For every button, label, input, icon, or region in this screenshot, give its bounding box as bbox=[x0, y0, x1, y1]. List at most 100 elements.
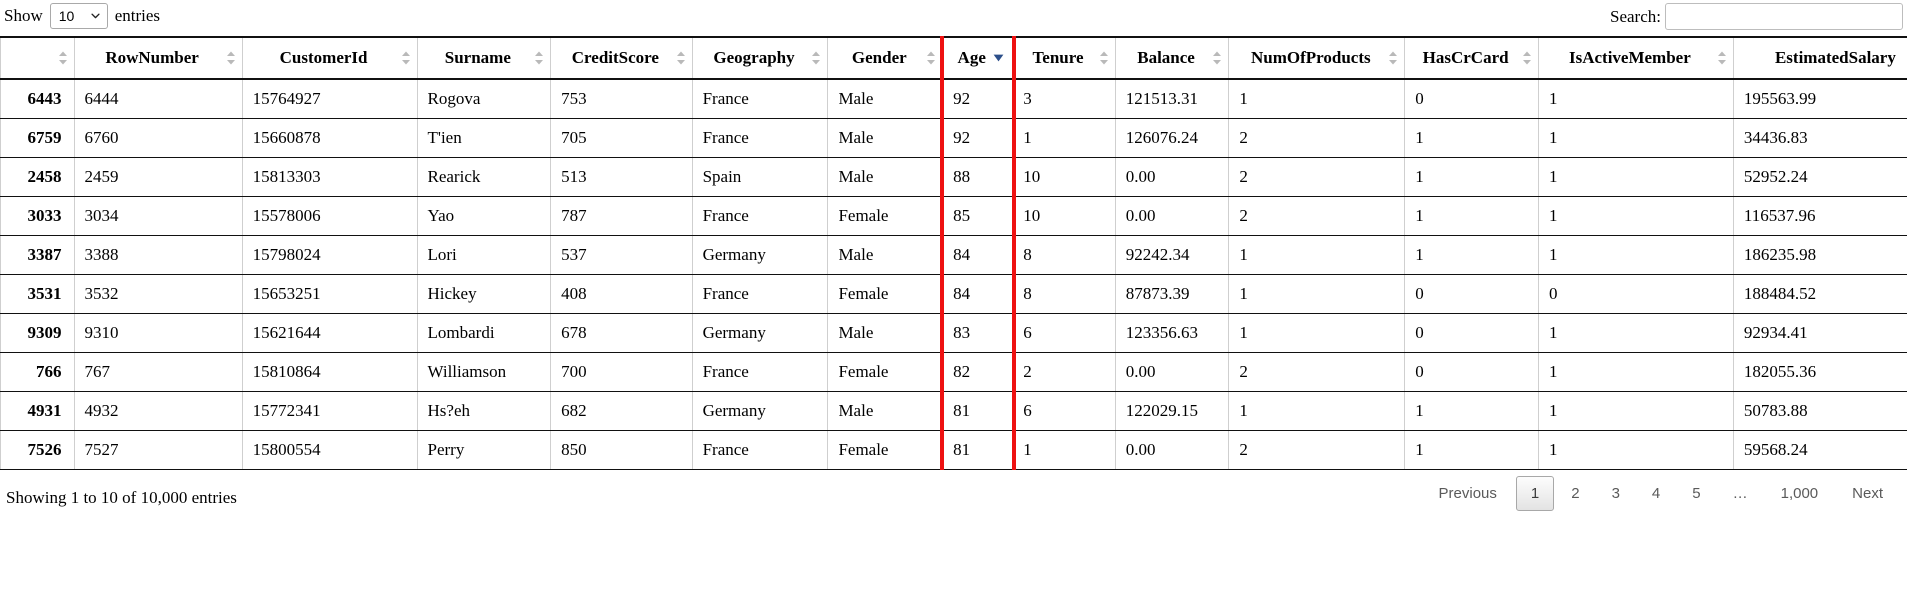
search-input[interactable] bbox=[1665, 3, 1903, 30]
cell-numofproducts: 2 bbox=[1228, 157, 1406, 197]
column-header-tenure[interactable]: Tenure bbox=[1012, 36, 1116, 80]
pagination-page-1000[interactable]: 1,000 bbox=[1766, 476, 1834, 511]
cell-rownumber: 9310 bbox=[73, 313, 243, 353]
sort-toggle-icon bbox=[535, 51, 544, 65]
cell-creditscore: 705 bbox=[550, 118, 693, 158]
cell-index: 6759 bbox=[0, 118, 75, 158]
pagination-previous-button[interactable]: Previous bbox=[1422, 476, 1514, 511]
cell-hascrcard: 0 bbox=[1404, 352, 1539, 392]
column-header-label: CustomerId bbox=[279, 48, 368, 67]
column-header-customerid[interactable]: CustomerId bbox=[241, 36, 418, 80]
cell-index: 4931 bbox=[0, 391, 75, 431]
page-length-select[interactable]: 102550100 bbox=[49, 3, 108, 29]
cell-age: 85 bbox=[942, 196, 1014, 236]
cell-geography: Germany bbox=[691, 391, 829, 431]
cell-surname: Yao bbox=[416, 196, 552, 236]
cell-age: 88 bbox=[942, 157, 1014, 197]
cell-age: 92 bbox=[942, 118, 1014, 158]
cell-customerid: 15810864 bbox=[241, 352, 418, 392]
cell-estimatedsalary: 92934.41 bbox=[1732, 313, 1907, 353]
pagination-page-4[interactable]: 4 bbox=[1637, 476, 1675, 511]
column-header-index[interactable] bbox=[0, 36, 75, 80]
cell-hascrcard: 0 bbox=[1404, 79, 1539, 119]
cell-index: 3531 bbox=[0, 274, 75, 314]
cell-hascrcard: 1 bbox=[1404, 118, 1539, 158]
cell-rownumber: 3034 bbox=[73, 196, 243, 236]
cell-balance: 0.00 bbox=[1114, 352, 1230, 392]
sort-toggle-icon bbox=[401, 51, 410, 65]
cell-customerid: 15800554 bbox=[241, 430, 418, 470]
cell-balance: 92242.34 bbox=[1114, 235, 1230, 275]
column-header-label: Balance bbox=[1137, 48, 1195, 67]
column-header-label: Geography bbox=[713, 48, 795, 67]
cell-creditscore: 850 bbox=[550, 430, 693, 470]
table-footer-bar: Showing 1 to 10 of 10,000 entries Previo… bbox=[0, 470, 1907, 540]
pagination-next-button[interactable]: Next bbox=[1835, 476, 1900, 511]
column-header-label: HasCrCard bbox=[1422, 48, 1509, 67]
column-header-label: EstimatedSalary bbox=[1774, 48, 1896, 67]
cell-gender: Male bbox=[827, 235, 944, 275]
cell-surname: T'ien bbox=[416, 118, 552, 158]
cell-geography: Germany bbox=[691, 313, 829, 353]
cell-surname: Rogova bbox=[416, 79, 552, 119]
column-header-age[interactable]: Age bbox=[942, 36, 1014, 80]
cell-gender: Male bbox=[827, 391, 944, 431]
cell-gender: Female bbox=[827, 274, 944, 314]
cell-rownumber: 3388 bbox=[73, 235, 243, 275]
cell-customerid: 15578006 bbox=[241, 196, 418, 236]
cell-surname: Lombardi bbox=[416, 313, 552, 353]
sort-toggle-icon bbox=[676, 51, 685, 65]
cell-age: 81 bbox=[942, 391, 1014, 431]
table-search-control: Search: bbox=[1610, 3, 1903, 30]
sort-toggle-icon bbox=[1213, 51, 1222, 65]
cell-hascrcard: 1 bbox=[1404, 157, 1539, 197]
cell-creditscore: 513 bbox=[550, 157, 693, 197]
table-row: 6443 6444 15764927 Rogova 753 France Male 92 3 12… bbox=[0, 79, 1907, 119]
table-head: RowNumber CustomerId Surname CreditScore Geo… bbox=[0, 36, 1907, 80]
cell-surname: Williamson bbox=[416, 352, 552, 392]
pagination-page-2[interactable]: 2 bbox=[1556, 476, 1594, 511]
column-header-isactivemember[interactable]: IsActiveMember bbox=[1537, 36, 1734, 80]
cell-customerid: 15813303 bbox=[241, 157, 418, 197]
column-header-geography[interactable]: Geography bbox=[691, 36, 829, 80]
column-header-estimatedsalary[interactable]: EstimatedSalary bbox=[1732, 36, 1907, 80]
column-header-balance[interactable]: Balance bbox=[1114, 36, 1230, 80]
cell-numofproducts: 2 bbox=[1228, 196, 1406, 236]
cell-rownumber: 3532 bbox=[73, 274, 243, 314]
table-row: 766 767 15810864 Williamson 700 France Female 8… bbox=[0, 352, 1907, 392]
column-header-rownumber[interactable]: RowNumber bbox=[73, 36, 243, 80]
cell-tenure: 6 bbox=[1012, 313, 1116, 353]
cell-numofproducts: 1 bbox=[1228, 235, 1406, 275]
cell-rownumber: 767 bbox=[73, 352, 243, 392]
pagination-page-1[interactable]: 1 bbox=[1515, 476, 1555, 511]
cell-age: 84 bbox=[942, 235, 1014, 275]
pagination-page-5[interactable]: 5 bbox=[1677, 476, 1715, 511]
sort-toggle-icon bbox=[812, 51, 821, 65]
cell-numofproducts: 2 bbox=[1228, 352, 1406, 392]
cell-surname: Perry bbox=[416, 430, 552, 470]
column-header-hascrcard[interactable]: HasCrCard bbox=[1404, 36, 1539, 80]
cell-geography: France bbox=[691, 274, 829, 314]
cell-hascrcard: 1 bbox=[1404, 235, 1539, 275]
pagination-ellipsis: … bbox=[1732, 485, 1749, 502]
table-row: 7526 7527 15800554 Perry 850 France Female 81 1 0… bbox=[0, 430, 1907, 470]
column-header-numofproducts[interactable]: NumOfProducts bbox=[1228, 36, 1406, 80]
column-header-creditscore[interactable]: CreditScore bbox=[550, 36, 693, 80]
cell-gender: Male bbox=[827, 118, 944, 158]
column-header-label: RowNumber bbox=[105, 48, 199, 67]
cell-index: 9309 bbox=[0, 313, 75, 353]
cell-customerid: 15772341 bbox=[241, 391, 418, 431]
column-header-gender[interactable]: Gender bbox=[827, 36, 944, 80]
cell-index: 766 bbox=[0, 352, 75, 392]
cell-surname: Hs?eh bbox=[416, 391, 552, 431]
cell-age: 92 bbox=[942, 79, 1014, 119]
cell-index: 7526 bbox=[0, 430, 75, 470]
pagination-page-3[interactable]: 3 bbox=[1597, 476, 1635, 511]
table-controls-bar: Show 102550100 entries Search: bbox=[0, 0, 1907, 36]
cell-estimatedsalary: 34436.83 bbox=[1732, 118, 1907, 158]
cell-isactivemember: 1 bbox=[1537, 196, 1734, 236]
column-header-surname[interactable]: Surname bbox=[416, 36, 552, 80]
table-row: 9309 9310 15621644 Lombardi 678 Germany Male 83… bbox=[0, 313, 1907, 353]
cell-tenure: 10 bbox=[1012, 196, 1116, 236]
cell-gender: Male bbox=[827, 157, 944, 197]
